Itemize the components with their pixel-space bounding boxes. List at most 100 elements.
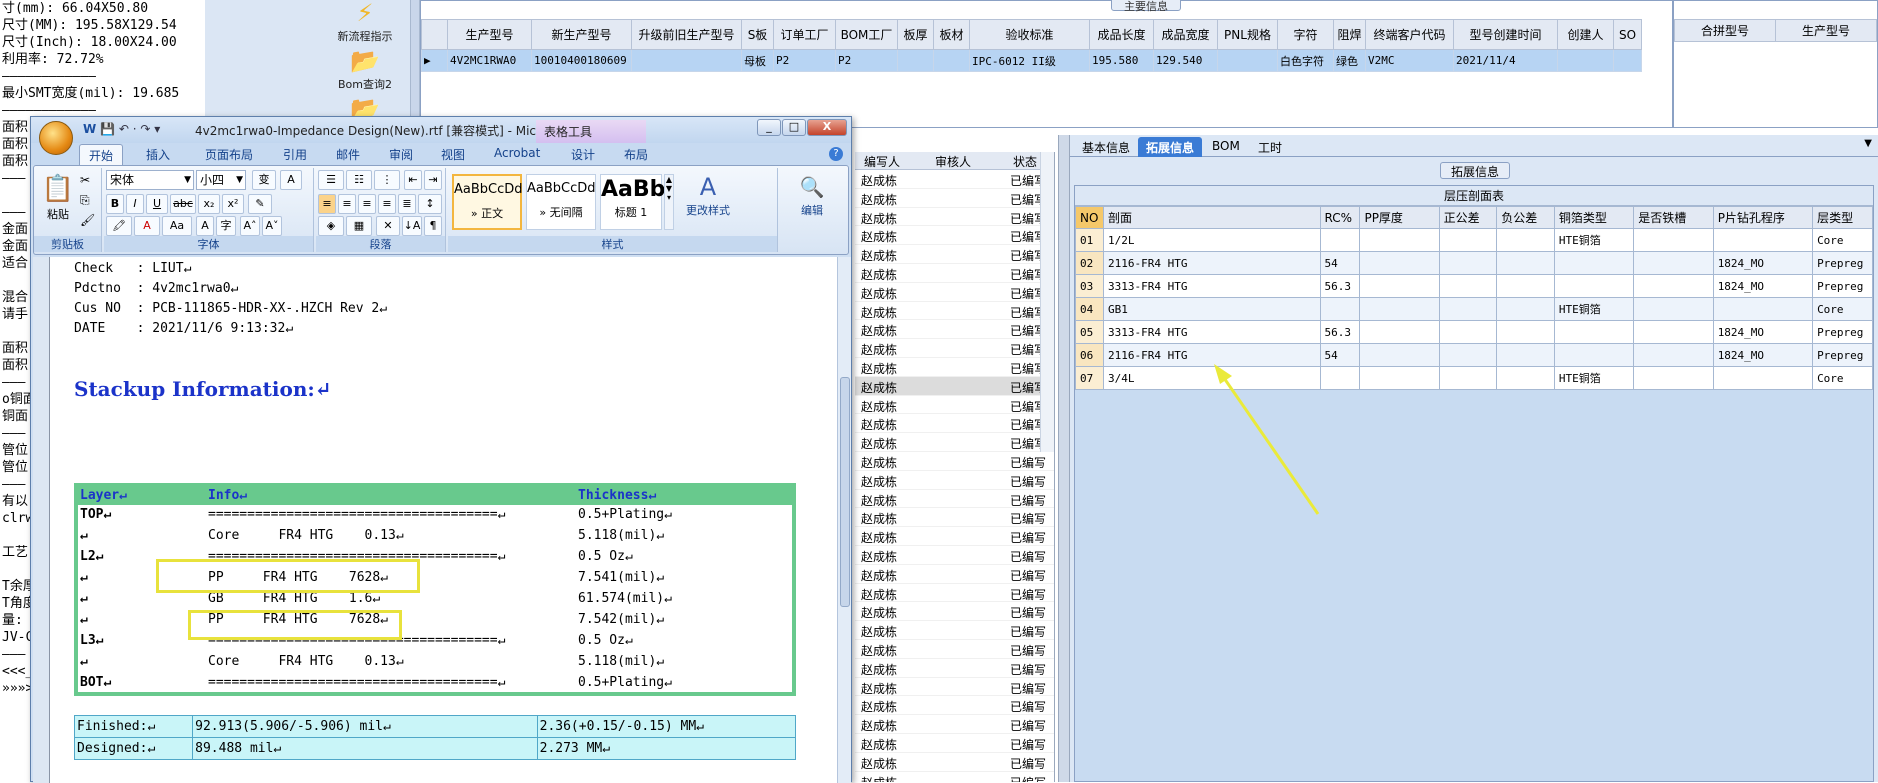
grid-cell[interactable]: 4V2MC1RWA0: [447, 49, 532, 72]
layer-cell[interactable]: 56.3: [1319, 274, 1361, 298]
grid-row[interactable]: ▶ 4V2MC1RWA0 10010400180609 母板 P2 P2 IPC-6012 …: [421, 49, 1642, 72]
highlight-icon[interactable]: 🖍: [106, 216, 132, 236]
tab-review[interactable]: 审阅: [389, 146, 413, 163]
grid-col-header[interactable]: 板厚: [897, 19, 934, 50]
maximize-button[interactable]: □: [782, 119, 806, 136]
style-no-spacing[interactable]: AaBbCcDd » 无间隔: [526, 174, 596, 230]
layer-col-header[interactable]: 剖面: [1102, 206, 1321, 229]
layer-cell[interactable]: [1633, 297, 1714, 321]
layer-cell[interactable]: [1496, 366, 1555, 390]
layer-cell[interactable]: 3/4L: [1102, 366, 1321, 390]
record-row[interactable]: 赵成栋已编写: [855, 715, 1054, 734]
layer-cell[interactable]: [1359, 343, 1440, 367]
grid-col-header[interactable]: PNL规格: [1217, 19, 1278, 50]
layer-cell[interactable]: 1/2L: [1102, 228, 1321, 252]
strikethrough-button[interactable]: abc: [170, 194, 196, 214]
layer-row[interactable]: 06 2116-FR4 HTG 54 1824_MO Prepreg: [1075, 343, 1873, 367]
layer-cell[interactable]: [1633, 320, 1714, 344]
layer-cell[interactable]: GB1: [1102, 297, 1321, 321]
tab-bom[interactable]: BOM: [1204, 137, 1248, 157]
layer-cell[interactable]: [1553, 251, 1635, 275]
grid-col-header[interactable]: 升级前旧生产型号: [631, 19, 742, 50]
layer-cell[interactable]: [1712, 228, 1814, 252]
layer-cell[interactable]: [1359, 251, 1440, 275]
document-scrollbar[interactable]: [837, 257, 851, 783]
font-name-combo[interactable]: 宋体 ▼: [106, 170, 194, 190]
tab-layout[interactable]: 布局: [624, 146, 648, 163]
grid-cell[interactable]: [933, 49, 970, 72]
layer-cell[interactable]: HTE铜箔: [1553, 228, 1635, 252]
layer-cell[interactable]: HTE铜箔: [1553, 366, 1635, 390]
panel-splitter[interactable]: [1058, 135, 1070, 782]
style-heading-1[interactable]: AaBb 标题 1: [600, 174, 665, 230]
word-title-bar[interactable]: W 💾 ↶ · ↷ ▾ 4v2mc1rwa0-Impedance Design(…: [31, 117, 851, 143]
grid-col-header[interactable]: 成品宽度: [1153, 19, 1218, 50]
decrease-indent-button[interactable]: ⇤: [404, 170, 422, 190]
record-row[interactable]: 赵成栋已编写: [855, 302, 1054, 321]
layer-cell[interactable]: [1359, 274, 1440, 298]
record-row[interactable]: 赵成栋已编写: [855, 696, 1054, 716]
layer-row[interactable]: 07 3/4L HTE铜箔 Core: [1075, 366, 1873, 390]
help-icon[interactable]: ?: [829, 147, 843, 161]
document-page[interactable]: Check : LIUT↵ Pdctno : 4v2mc1rwa0↵ Cus N…: [50, 257, 839, 783]
scroll-thumb[interactable]: [840, 377, 850, 607]
layer-row[interactable]: 02 2116-FR4 HTG 54 1824_MO Prepreg: [1075, 251, 1873, 275]
layer-cell[interactable]: Core: [1812, 297, 1873, 321]
record-row[interactable]: 赵成栋已编写: [855, 189, 1054, 208]
grid-cell[interactable]: 195.580: [1089, 49, 1154, 72]
layer-row[interactable]: 01 1/2L HTE铜箔 Core: [1075, 228, 1873, 252]
grid-cell[interactable]: [1217, 49, 1278, 72]
record-row[interactable]: 赵成栋已编写: [855, 659, 1054, 678]
record-row[interactable]: 赵成栋已编写: [855, 640, 1054, 659]
layer-cell[interactable]: 1824_MO: [1712, 274, 1814, 298]
record-row[interactable]: 赵成栋已编写: [855, 678, 1054, 697]
align-right-button[interactable]: ≡: [358, 194, 376, 214]
layer-cell[interactable]: [1438, 320, 1498, 344]
layer-cell[interactable]: [1438, 251, 1498, 275]
cut-icon[interactable]: ✂: [80, 170, 95, 190]
record-row[interactable]: 赵成栋已编写: [855, 339, 1054, 358]
record-row[interactable]: 赵成栋已编写: [855, 753, 1054, 772]
align-left-button[interactable]: ≡: [318, 194, 336, 214]
layer-cell[interactable]: [1633, 343, 1714, 367]
record-list-scrollbar[interactable]: [1040, 152, 1054, 452]
layer-cell[interactable]: 1824_MO: [1712, 251, 1814, 275]
save-icon[interactable]: 💾: [100, 122, 115, 136]
layer-cell[interactable]: [1496, 320, 1555, 344]
minimize-button[interactable]: _: [757, 119, 781, 136]
layer-cell[interactable]: [1496, 343, 1555, 367]
phonetic-guide-button[interactable]: 变: [252, 170, 276, 190]
layer-cell[interactable]: 05: [1075, 320, 1104, 344]
layer-cell[interactable]: 3313-FR4 HTG: [1102, 320, 1321, 344]
layer-col-header[interactable]: 层类型: [1812, 206, 1873, 229]
enclose-char-button[interactable]: 字: [216, 216, 236, 236]
numbering-button[interactable]: ☷: [346, 170, 372, 190]
grid-cell[interactable]: P2: [773, 49, 836, 72]
layer-col-header[interactable]: PP厚度: [1359, 206, 1440, 229]
undo-icon[interactable]: ↶ ·: [119, 122, 137, 136]
copy-icon[interactable]: ⎘: [80, 190, 95, 210]
layer-cell[interactable]: 07: [1075, 366, 1104, 390]
record-row[interactable]: 赵成栋已编写: [855, 433, 1054, 452]
grid-cell[interactable]: 129.540: [1153, 49, 1218, 72]
grid-cell[interactable]: [1613, 49, 1642, 72]
style-normal[interactable]: AaBbCcDd » 正文: [452, 174, 523, 230]
grow-font-button[interactable]: A˄: [240, 216, 260, 236]
tab-insert[interactable]: 插入: [146, 146, 170, 163]
grid-cell[interactable]: [1557, 49, 1614, 72]
layer-cell[interactable]: [1633, 274, 1714, 298]
merge-col-header[interactable]: 生产型号: [1775, 19, 1877, 42]
grid-col-header[interactable]: 字符: [1277, 19, 1334, 50]
record-row[interactable]: 赵成栋已编写: [855, 170, 1054, 189]
record-row[interactable]: 赵成栋已编写: [855, 508, 1054, 528]
layer-cell[interactable]: 04: [1075, 297, 1104, 321]
tab-design[interactable]: 设计: [571, 146, 595, 163]
grid-col-header[interactable]: S板: [741, 19, 774, 50]
chinese-layout-button[interactable]: ✕: [376, 216, 400, 236]
layer-cell[interactable]: [1496, 297, 1555, 321]
bom-query-button[interactable]: 📂 Bom查询2: [315, 48, 415, 92]
change-styles-button[interactable]: A 更改样式: [680, 172, 736, 218]
record-row[interactable]: 赵成栋已编写: [855, 264, 1054, 283]
record-row[interactable]: 赵成栋已编写: [855, 772, 1054, 783]
line-spacing-button[interactable]: ↕: [418, 194, 442, 214]
